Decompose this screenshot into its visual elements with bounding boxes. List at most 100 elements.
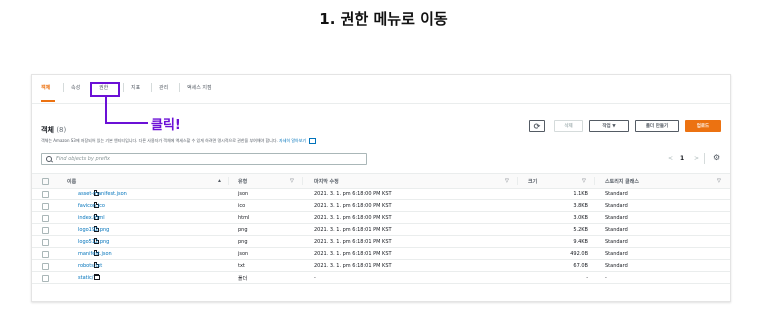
current-page[interactable]: 1 <box>680 155 684 162</box>
tab-properties[interactable]: 속성 <box>71 84 80 91</box>
object-modified: 2021. 3. 1. pm 6:18:01 PM KST <box>314 263 392 269</box>
column-header-name[interactable]: 이름 <box>67 178 76 185</box>
object-size: 9.4KB <box>573 239 588 245</box>
table-row[interactable]: robots.txt txt 2021. 3. 1. pm 6:18:01 PM… <box>32 260 730 272</box>
object-modified: 2021. 3. 1. pm 6:18:00 PM KST <box>314 203 392 209</box>
tab-objects[interactable]: 객체 <box>41 84 50 91</box>
object-modified: - <box>314 275 316 281</box>
learn-more-link[interactable]: 자세히 알아보기 <box>279 138 306 143</box>
object-size: 3.0KB <box>573 215 588 221</box>
row-checkbox[interactable] <box>42 191 49 198</box>
column-header-storage-class[interactable]: 스토리지 클래스 <box>605 178 639 185</box>
sort-icon[interactable]: ▽ <box>717 178 721 184</box>
column-divider <box>517 177 518 185</box>
object-size: 1.1KB <box>573 191 588 197</box>
object-name-link[interactable]: logo512.png <box>78 239 109 245</box>
actions-dropdown[interactable]: 작업 ▼ <box>589 120 629 132</box>
object-name-link[interactable]: manifest.json <box>78 251 112 257</box>
tab-management[interactable]: 관리 <box>159 84 168 91</box>
refresh-icon: ⟳ <box>533 121 541 131</box>
table-row[interactable]: static/ 폴더 - - - <box>32 272 730 284</box>
object-name-link[interactable]: logo192.png <box>78 227 109 233</box>
pager-divider <box>704 153 705 164</box>
object-type: png <box>238 227 248 233</box>
table-header: 이름 ▲ 유형 ▽ 마지막 수정 ▽ 크기 ▽ 스토리지 클래스 ▽ <box>32 173 730 189</box>
sort-icon[interactable]: ▽ <box>505 178 509 184</box>
row-checkbox[interactable] <box>42 203 49 210</box>
tab-divider <box>63 83 64 92</box>
tab-bar: 객체 속성 권한 지표 관리 액세스 지점 <box>32 75 730 104</box>
search-placeholder: Find objects by prefix <box>56 156 111 162</box>
tab-access-points[interactable]: 액세스 지점 <box>187 84 212 91</box>
row-checkbox[interactable] <box>42 263 49 270</box>
object-storage-class: Standard <box>605 191 628 197</box>
object-type: 폴더 <box>238 276 248 282</box>
column-header-modified[interactable]: 마지막 수정 <box>314 178 339 185</box>
object-size: 5.2KB <box>573 227 588 233</box>
table-row[interactable]: logo512.png png 2021. 3. 1. pm 6:18:01 P… <box>32 236 730 248</box>
row-checkbox[interactable] <box>42 275 49 282</box>
row-checkbox[interactable] <box>42 215 49 222</box>
object-type: html <box>238 215 250 221</box>
object-modified: 2021. 3. 1. pm 6:18:01 PM KST <box>314 239 392 245</box>
object-size: 492.0B <box>570 251 588 257</box>
prev-page-button[interactable]: < <box>668 155 673 162</box>
tab-divider <box>179 83 180 92</box>
object-size: 67.0B <box>573 263 588 269</box>
delete-button[interactable]: 삭제 <box>554 120 583 132</box>
external-link-icon <box>309 138 317 144</box>
callout-connector <box>105 97 107 124</box>
table-row[interactable]: index.html html 2021. 3. 1. pm 6:18:00 P… <box>32 212 730 224</box>
object-modified: 2021. 3. 1. pm 6:18:01 PM KST <box>314 251 392 257</box>
sort-icon[interactable]: ▽ <box>582 178 586 184</box>
select-all-checkbox[interactable] <box>42 178 49 185</box>
refresh-button[interactable]: ⟳ <box>529 120 545 132</box>
object-storage-class: Standard <box>605 227 628 233</box>
object-type: txt <box>238 263 245 269</box>
objects-count: (8) <box>56 126 67 134</box>
create-folder-button[interactable]: 폴더 만들기 <box>635 120 679 132</box>
object-name-link[interactable]: favicon.ico <box>78 203 105 209</box>
callout-connector <box>105 122 148 124</box>
object-type: png <box>238 239 248 245</box>
table-row[interactable]: logo192.png png 2021. 3. 1. pm 6:18:01 P… <box>32 224 730 236</box>
click-callout: 클릭! <box>151 118 181 133</box>
object-storage-class: Standard <box>605 203 628 209</box>
tab-metrics[interactable]: 지표 <box>131 84 140 91</box>
object-name-link[interactable]: index.html <box>78 215 105 221</box>
upload-button[interactable]: 업로드 <box>685 120 721 132</box>
object-storage-class: - <box>605 275 607 281</box>
object-storage-class: Standard <box>605 239 628 245</box>
search-input[interactable]: Find objects by prefix <box>41 153 367 165</box>
column-divider <box>228 177 229 185</box>
column-header-size[interactable]: 크기 <box>528 178 537 185</box>
object-name-link[interactable]: static/ <box>78 275 93 281</box>
object-modified: 2021. 3. 1. pm 6:18:00 PM KST <box>314 215 392 221</box>
object-type: json <box>238 251 249 257</box>
folder-icon <box>94 274 100 280</box>
objects-heading: 객체 (8) <box>41 125 66 135</box>
table-row[interactable]: manifest.json json 2021. 3. 1. pm 6:18:0… <box>32 248 730 260</box>
column-divider <box>594 177 595 185</box>
sort-icon[interactable]: ▽ <box>290 178 294 184</box>
next-page-button[interactable]: > <box>694 155 699 162</box>
object-type: ico <box>238 203 246 209</box>
object-name-link[interactable]: asset-manifest.json <box>78 191 127 197</box>
objects-description-text: 객체는 Amazon S3에 저장되어 있는 기본 엔티티입니다. 다른 사용자… <box>41 138 278 143</box>
gear-icon[interactable]: ⚙ <box>713 154 720 162</box>
row-checkbox[interactable] <box>42 227 49 234</box>
object-size: 3.8KB <box>573 203 588 209</box>
objects-description: 객체는 Amazon S3에 저장되어 있는 기본 엔티티입니다. 다른 사용자… <box>41 138 317 144</box>
table-row[interactable]: asset-manifest.json json 2021. 3. 1. pm … <box>32 188 730 200</box>
object-modified: 2021. 3. 1. pm 6:18:01 PM KST <box>314 227 392 233</box>
object-name-link[interactable]: robots.txt <box>78 263 102 269</box>
table-row[interactable]: favicon.ico ico 2021. 3. 1. pm 6:18:00 P… <box>32 200 730 212</box>
row-checkbox[interactable] <box>42 251 49 258</box>
row-checkbox[interactable] <box>42 239 49 246</box>
search-icon <box>46 156 52 162</box>
sort-asc-icon[interactable]: ▲ <box>217 178 222 184</box>
object-type: json <box>238 191 249 197</box>
page-heading: 1. 권한 메뉴로 이동 <box>319 10 448 28</box>
object-size: - <box>586 275 588 281</box>
column-header-type[interactable]: 유형 <box>238 178 247 185</box>
